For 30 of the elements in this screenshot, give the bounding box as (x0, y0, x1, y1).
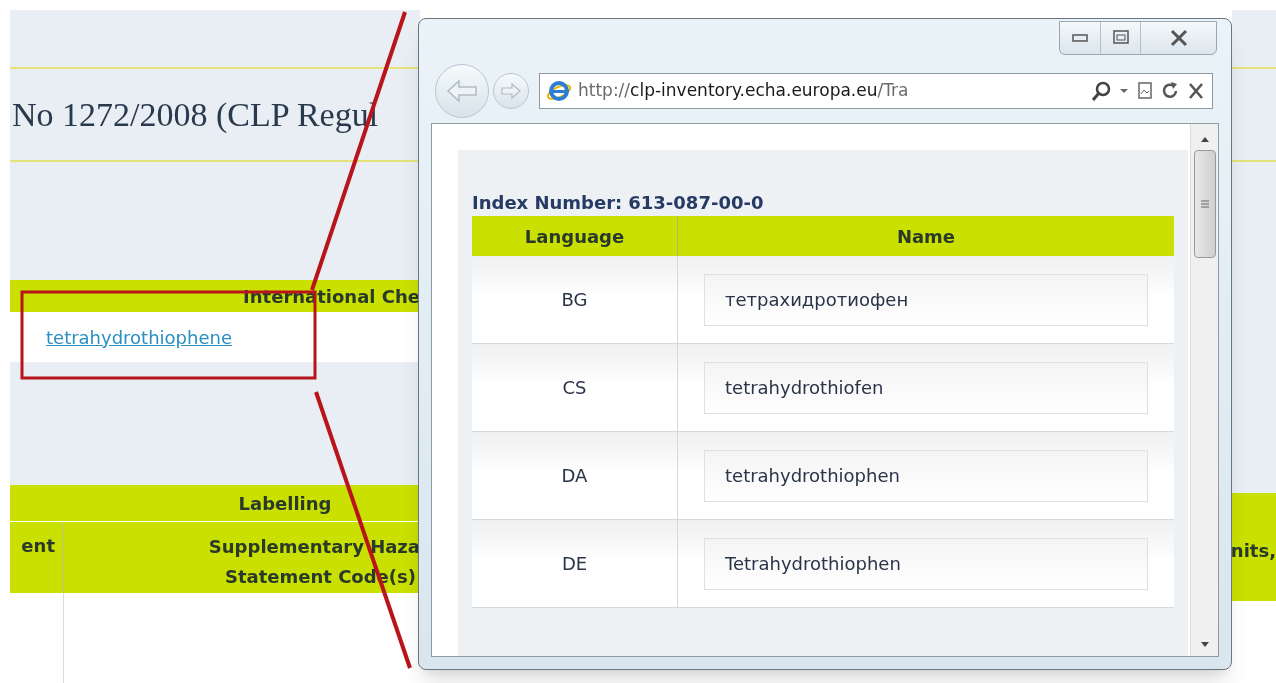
url-text: http://clp-inventory.echa.europa.eu/Tra (578, 79, 910, 103)
header-text: Labelling (238, 491, 332, 516)
language-cell: BG (472, 256, 678, 343)
language-cell: CS (472, 344, 678, 431)
close-icon (1169, 29, 1188, 47)
restore-icon (1111, 29, 1130, 47)
header-text: nits, (1230, 539, 1276, 563)
index-value: 613-087-00-0 (628, 191, 764, 215)
scrollbar[interactable] (1190, 124, 1218, 656)
header-text: Supplementary Haza (208, 535, 420, 559)
index-label: Index Number: (472, 191, 623, 215)
column-header: Name (895, 224, 957, 249)
name-field[interactable]: тетрахидротиофен (704, 273, 1148, 326)
name-field[interactable]: tetrahydrothiofen (704, 361, 1148, 414)
scroll-up-icon[interactable] (1199, 136, 1210, 142)
address-bar[interactable]: http://clp-inventory.echa.europa.eu/Tra (539, 73, 1213, 109)
back-arrow-icon (446, 79, 478, 103)
language-cell: DA (472, 432, 678, 519)
name-field[interactable]: Tetrahydrothiophen (704, 537, 1148, 590)
column-header: ent (10, 522, 64, 593)
search-icon[interactable] (1090, 80, 1112, 102)
substance-link[interactable]: tetrahydrothiophene (46, 323, 232, 351)
browser-logo-icon (546, 78, 572, 104)
document-icon[interactable] (1136, 80, 1154, 102)
name-field[interactable]: tetrahydrothiophen (704, 449, 1148, 502)
minimize-icon (1072, 34, 1088, 42)
scroll-down-icon[interactable] (1199, 642, 1210, 648)
language-cell: DE (472, 520, 678, 607)
forward-arrow-icon (500, 83, 522, 99)
grip-icon (1199, 199, 1210, 209)
